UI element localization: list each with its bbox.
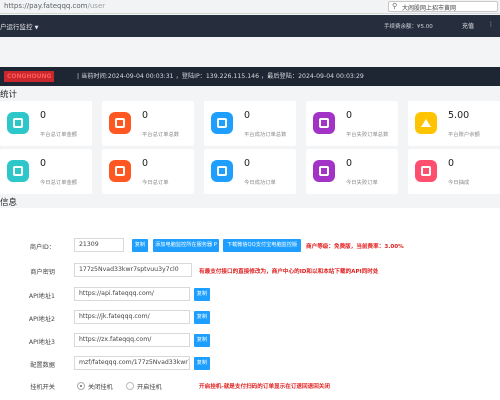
url-text[interactable]: https://pay.fateqqq.com/user (4, 2, 105, 10)
stat-label: 今日失败订单 (346, 180, 378, 186)
failed-order-icon (313, 160, 335, 182)
stat-card: 0 平台成功订单总数 (204, 101, 296, 146)
stat-label: 平台总订单金额 (40, 132, 78, 138)
stat-value: 0 (40, 110, 47, 121)
stat-card: 0 平台总订单总数 (102, 101, 194, 146)
stat-card: 0 今日抽成 (408, 149, 500, 194)
copy-config-button[interactable]: 复制 (194, 357, 210, 370)
switch-note: 开启挂机-就是支付扫码的订单显示在订退回退回关闭 (199, 384, 330, 390)
browser-search-box[interactable]: ⚲ 大闹股网上招市黄网 (388, 1, 498, 12)
stat-value: 0 (244, 158, 251, 169)
download-monitor-button[interactable]: 下载微信QQ支付宝电脑监控版 (223, 239, 301, 252)
account-menu-icon[interactable]: ⋮ (488, 21, 494, 28)
api2-label: API地址2 (28, 316, 55, 323)
top-navigation: 户运行监控 ▼ 手续费余额：¥5.00 充值 ⋮ (0, 15, 500, 37)
api3-field[interactable]: https://zx.fateqqq.com/ (74, 333, 190, 347)
stat-label: 平台总订单总数 (142, 132, 180, 138)
balance-display: 手续费余额：¥5.00 (384, 22, 433, 30)
money-icon (7, 160, 29, 182)
icon-glyph (115, 166, 125, 176)
stat-label: 今日总订单 (142, 180, 169, 186)
notice-bar: CONGHOUNG | 当前时间:2024-09-04 00:03:31 ，登陆… (0, 67, 500, 86)
add-server-button[interactable]: 添加电脑监控所在服务器 P (153, 239, 219, 252)
browser-url-bar[interactable]: https://pay.fateqqq.com/user ⚲ 大闹股网上招市黄网 (0, 0, 500, 14)
login-info-text: | 当前时间:2024-09-04 00:03:31 ，登陆IP：139.226… (77, 73, 364, 80)
icon-glyph (319, 118, 329, 128)
stat-card: 0 今日失败订单 (306, 149, 398, 194)
url-host: https://pay.fateqqq.com (4, 2, 88, 10)
commission-icon (415, 160, 437, 182)
stats-section-title: 统计 (0, 90, 18, 100)
api1-field[interactable]: https://api.fateqqq.com/ (74, 287, 190, 301)
icon-glyph (421, 119, 431, 127)
stat-value: 0 (142, 110, 149, 121)
stat-card: 0 今日总订单 (102, 149, 194, 194)
icon-glyph (217, 118, 227, 128)
info-section-title: 信息 (0, 198, 18, 208)
copy-merchant-id-button[interactable]: 复制 (132, 239, 148, 252)
config-field[interactable]: mzf/fateqqq.com/177z5Nvad33kwr7sptvuu3y7… (74, 356, 190, 370)
stat-card: 0 平台失败订单总数 (306, 101, 398, 146)
balance-value: ¥5.00 (417, 24, 433, 30)
stat-label: 平台失败订单总数 (346, 132, 389, 138)
icon-glyph (13, 166, 23, 176)
icon-glyph (115, 118, 125, 128)
stat-value: 0 (346, 110, 353, 121)
nav-menu-monitor[interactable]: 户运行监控 ▼ (0, 21, 38, 31)
stat-value: 0 (40, 158, 47, 169)
money-icon (7, 112, 29, 134)
search-icon: ⚲ (392, 2, 398, 10)
stat-value: 0 (448, 158, 455, 169)
stat-card: 0 平台总订单金额 (0, 101, 92, 146)
success-order-icon (211, 112, 233, 134)
notice-badge: CONGHOUNG (4, 71, 55, 82)
api2-field[interactable]: https://jk.fateqqq.com/ (74, 310, 190, 324)
icon-glyph (13, 118, 23, 128)
copy-api2-button[interactable]: 复制 (194, 311, 210, 324)
radio-on[interactable] (126, 382, 134, 390)
merchant-key-label: 商户密钥 (30, 269, 55, 276)
icon-glyph (319, 166, 329, 176)
stat-label: 今日总订单金额 (40, 180, 78, 186)
stat-value: 0 (142, 158, 149, 169)
stat-label: 平台成功订单总数 (244, 132, 287, 138)
recharge-link[interactable]: 充值 (462, 21, 474, 30)
merchant-key-field[interactable]: 177z5Nvad33kwr7sptvuu3y7cl0 (74, 263, 192, 277)
failed-order-icon (313, 112, 335, 134)
merchant-id-field[interactable]: 21309 (74, 238, 124, 252)
merchant-level-note: 商户等级：免费版，当前费率：3.00% (306, 244, 404, 250)
stat-card: 5.00 平台账户余额 (408, 101, 500, 146)
order-icon (109, 160, 131, 182)
success-order-icon (211, 160, 233, 182)
option-off-label[interactable]: 关闭挂机 (88, 382, 113, 391)
stat-card: 0 今日成功订单 (204, 149, 296, 194)
search-text: 大闹股网上招市黄网 (402, 5, 457, 12)
nav-menu-label: 户运行监控 (0, 23, 33, 31)
chevron-down-icon: ▼ (34, 25, 39, 31)
stat-value: 0 (346, 158, 353, 169)
balance-label: 手续费余额： (384, 24, 418, 30)
order-icon (109, 112, 131, 134)
crown-icon (415, 112, 437, 134)
icon-glyph (217, 166, 227, 176)
stat-value: 5.00 (448, 110, 470, 121)
merchant-key-note: 有最支付接口的直接修改为，商户中心的ID和以和本站下载的API同时处 (199, 269, 379, 275)
config-label: 配置数据 (30, 362, 55, 369)
api3-label: API地址3 (28, 339, 55, 346)
info-panel: 信息 商户ID： 21309 复制 添加电脑监控所在服务器 P 下载微信QQ支付… (0, 198, 500, 400)
stat-value: 0 (244, 110, 251, 121)
copy-api3-button[interactable]: 复制 (194, 334, 210, 347)
copy-api1-button[interactable]: 复制 (194, 288, 210, 301)
merchant-id-label: 商户ID： (29, 244, 55, 251)
url-path: /user (87, 2, 106, 10)
api1-label: API地址1 (28, 293, 55, 300)
stat-label: 平台账户余额 (448, 132, 480, 138)
icon-glyph (421, 166, 431, 176)
option-on-label[interactable]: 开启挂机 (137, 382, 162, 391)
stat-card: 0 今日总订单金额 (0, 149, 92, 194)
radio-off[interactable] (77, 382, 85, 390)
switch-label: 挂机开关 (30, 384, 55, 391)
stat-label: 今日成功订单 (244, 180, 276, 186)
stat-label: 今日抽成 (448, 180, 470, 186)
